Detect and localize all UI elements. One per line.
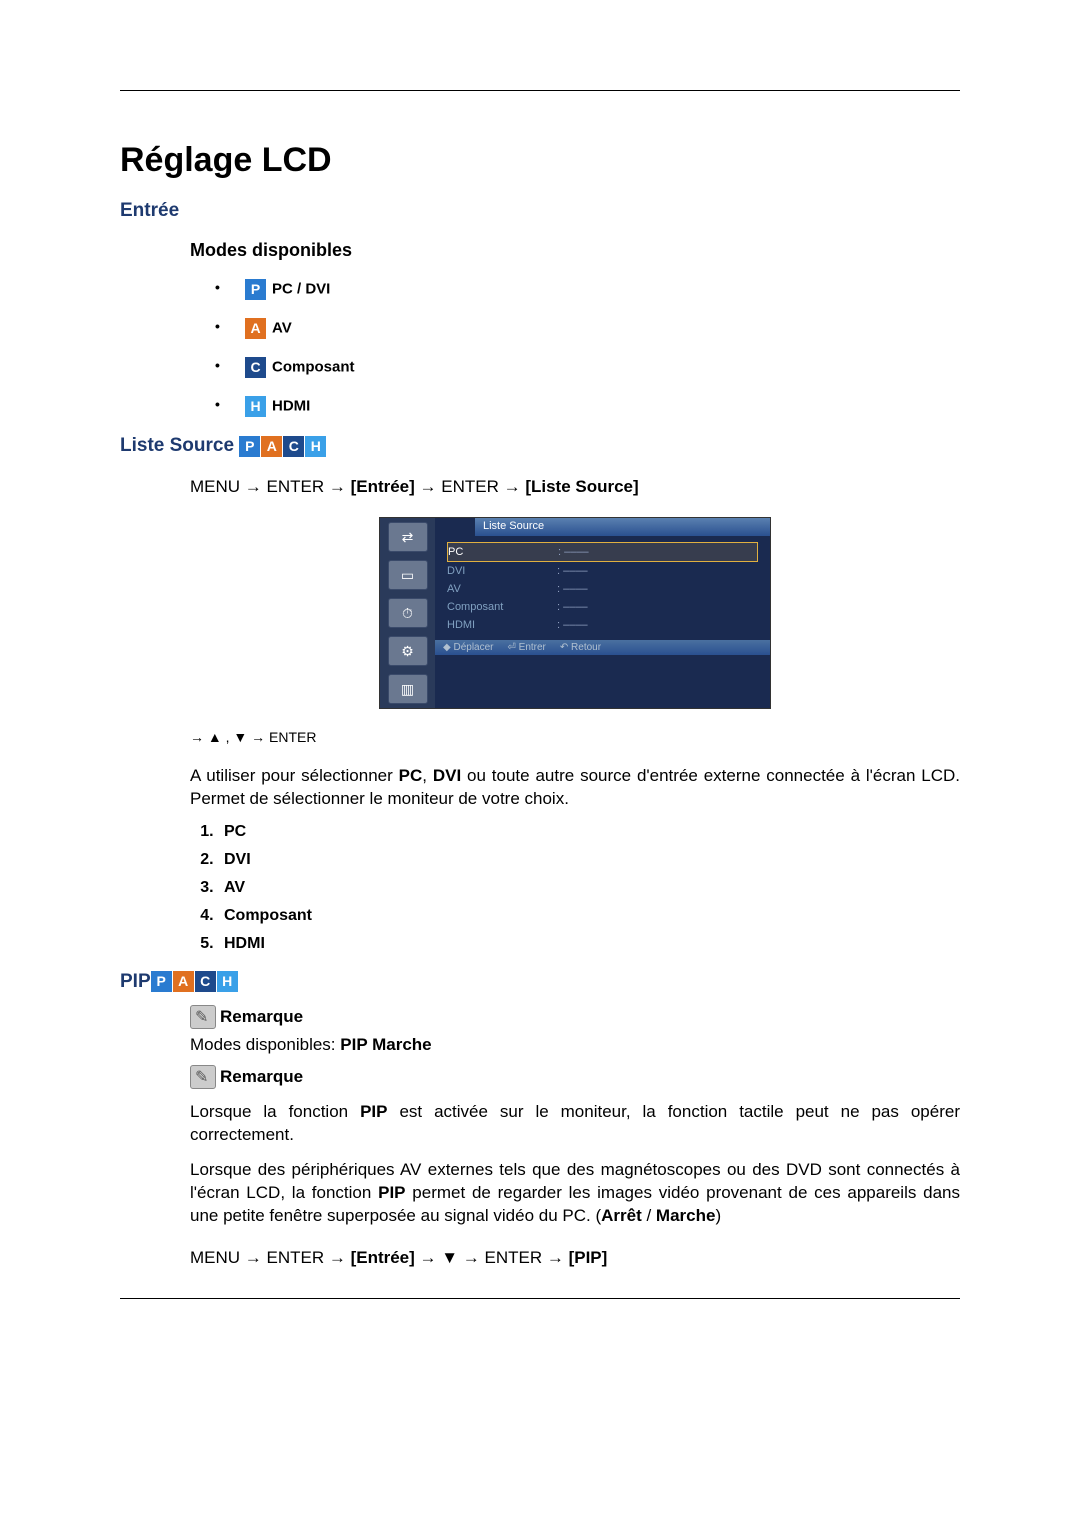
osd-row-label: AV [447,583,557,595]
modes-list: P PC / DVI A AV C Composant H HDMI [215,279,960,417]
badge-a-icon: A [261,436,282,457]
mode-label: Composant [272,358,355,375]
badge-c-icon: C [245,357,266,378]
osd-footer-move: ◆ Déplacer [443,642,494,653]
note-label: Remarque [220,1007,303,1026]
badge-h-icon: H [245,396,266,417]
badge-a-icon: A [173,971,194,992]
osd-row-label: HDMI [447,619,557,631]
badge-p-icon: P [239,436,260,457]
nav-text: MENU → ENTER → [190,477,351,496]
section-entree: Entrée [120,200,960,222]
list-item: Composant [218,907,960,925]
list-item: DVI [218,851,960,869]
osd-row-value: : ‒‒‒‒ [557,601,588,613]
osd-tab-picture-icon: ▭ [388,560,428,590]
top-rule [120,90,960,91]
osd-tab-time-icon: ⏱ [388,598,428,628]
pip-label: PIP [120,971,151,993]
osd-tab-setup-icon: ⚙ [388,636,428,666]
modes-disponibles-pip: Modes disponibles: PIP Marche [190,1035,960,1055]
text-bold: Marche [656,1206,716,1225]
badge-p-icon: P [245,279,266,300]
text: ) [715,1206,721,1225]
nav-path-liste-source: MENU → ENTER → [Entrée] → ENTER → [Liste… [190,477,960,497]
text-bold: PIP Marche [340,1035,431,1054]
osd-row-hdmi: HDMI: ‒‒‒‒ [447,616,758,634]
nav-arrows: → ▲ , ▼ → ENTER [190,729,960,745]
osd-row-pc: PC: ‒‒‒‒ [447,542,758,562]
osd-sidebar: ⇄ ▭ ⏱ ⚙ ▥ [380,518,435,708]
osd-row-label: Composant [447,601,557,613]
text: / [642,1206,656,1225]
osd-row-dvi: DVI: ‒‒‒‒ [447,562,758,580]
badge-p-icon: P [151,971,172,992]
osd-footer: ◆ Déplacer ⏎ Entrer ↶ Retour [435,640,770,655]
mode-item-pc: P PC / DVI [215,279,960,300]
pip-paragraph-1: Lorsque la fonction PIP est activée sur … [190,1101,960,1147]
note-icon [190,1065,216,1089]
desc-text: , [422,766,433,785]
section-pip: PIPPACH [120,971,960,993]
remarque-2: Remarque [190,1065,960,1089]
liste-source-description: A utiliser pour sélectionner PC, DVI ou … [190,765,960,811]
mode-item-av: A AV [215,318,960,339]
modes-disponibles-heading: Modes disponibles [190,240,960,261]
osd-footer-return: ↶ Retour [560,642,601,653]
osd-row-label: DVI [447,565,557,577]
text-bold: PIP [360,1102,387,1121]
osd-row-composant: Composant: ‒‒‒‒ [447,598,758,616]
note-icon [190,1005,216,1029]
osd-row-value: : ‒‒‒‒ [557,583,588,595]
desc-bold: DVI [433,766,461,785]
osd-row-value: : ‒‒‒‒ [558,546,589,558]
desc-bold: PC [399,766,423,785]
note-label: Remarque [220,1067,303,1086]
list-item: HDMI [218,935,960,953]
badge-c-icon: C [195,971,216,992]
osd-row-value: : ‒‒‒‒ [557,619,588,631]
badge-a-icon: A [245,318,266,339]
osd-tab-input-icon: ⇄ [388,522,428,552]
nav-text: MENU → ENTER → [190,1248,351,1267]
nav-text: → ENTER → [415,477,526,496]
text: Modes disponibles: [190,1035,340,1054]
source-ordered-list: PC DVI AV Composant HDMI [190,823,960,953]
text: Lorsque la fonction [190,1102,360,1121]
osd-screenshot: ⇄ ▭ ⏱ ⚙ ▥ Liste Source PC: ‒‒‒‒ DVI: ‒‒‒… [379,517,771,709]
list-item: PC [218,823,960,841]
section-liste-source: Liste Source PACH [120,435,960,457]
page-title: Réglage LCD [120,141,960,180]
pip-paragraph-2: Lorsque des périphériques AV externes te… [190,1159,960,1228]
osd-footer-enter: ⏎ Entrer [508,642,546,653]
mode-label: AV [272,319,292,336]
mode-item-composant: C Composant [215,357,960,378]
remarque-1: Remarque [190,1005,960,1029]
nav-path-pip: MENU → ENTER → [Entrée] → ▼ → ENTER → [P… [190,1248,960,1268]
text-bold: Arrêt [601,1206,642,1225]
nav-bracket: [Entrée] [351,1248,415,1267]
nav-bracket: [Entrée] [351,477,415,496]
osd-main: Liste Source PC: ‒‒‒‒ DVI: ‒‒‒‒ AV: ‒‒‒‒… [435,518,770,708]
text-bold: PIP [378,1183,405,1202]
osd-row-value: : ‒‒‒‒ [557,565,588,577]
osd-row-label: PC [448,546,558,558]
badge-c-icon: C [283,436,304,457]
osd-title: Liste Source [475,518,770,536]
nav-text: → ▼ → ENTER → [415,1248,569,1267]
liste-source-label: Liste Source [120,435,234,457]
mode-label: PC / DVI [272,280,330,297]
nav-bracket: [Liste Source] [525,477,638,496]
bottom-rule [120,1298,960,1299]
osd-row-av: AV: ‒‒‒‒ [447,580,758,598]
osd-tab-multi-icon: ▥ [388,674,428,704]
mode-item-hdmi: H HDMI [215,396,960,417]
desc-text: A utiliser pour sélectionner [190,766,399,785]
mode-label: HDMI [272,397,310,414]
list-item: AV [218,879,960,897]
badge-h-icon: H [305,436,326,457]
badge-h-icon: H [217,971,238,992]
nav-bracket: [PIP] [569,1248,608,1267]
